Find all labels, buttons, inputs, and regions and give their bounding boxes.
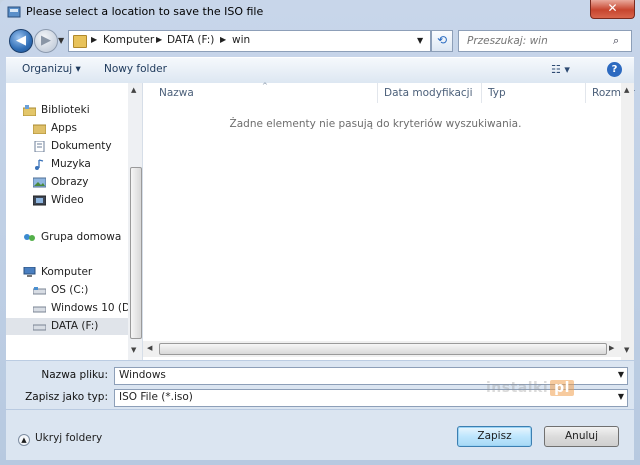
search-icon[interactable]: ⌕ [613, 34, 619, 48]
empty-results-message: Żadne elementy nie pasują do kryteriów w… [229, 118, 522, 130]
video-icon [33, 195, 46, 206]
site-watermark: instalki pl [486, 380, 574, 396]
horizontal-scroll-thumb[interactable] [159, 343, 607, 355]
search-input[interactable] [465, 34, 609, 48]
sidebar-item-drive-f[interactable]: DATA (F:) [6, 318, 134, 335]
close-button[interactable]: ✕ [590, 0, 635, 19]
file-list-vertical-scrollbar[interactable]: ▲ ▼ [621, 83, 634, 360]
dialog-footer: ▲ Ukryj foldery Zapisz Anuluj [6, 410, 634, 460]
recent-pages-dropdown-icon[interactable]: ▼ [58, 36, 64, 45]
refresh-button[interactable]: ⟲ [431, 30, 453, 52]
chevron-right-icon[interactable]: ▶ [91, 35, 97, 44]
breadcrumb-folder[interactable]: win [232, 34, 250, 46]
app-icon [7, 6, 21, 18]
scroll-right-arrow-icon[interactable]: ▶ [609, 344, 614, 352]
pictures-icon [33, 177, 46, 188]
organize-button[interactable]: Organizuj ▾ [22, 63, 81, 75]
navigation-bar: ◀ ▶ ▼ ▶ Komputer ▶ DATA (F:) ▶ win ▼ ⟲ ⌕ [0, 26, 640, 56]
hide-folders-toggle[interactable]: ▲ Ukryj foldery [18, 432, 102, 446]
scroll-up-arrow-icon[interactable]: ▲ [624, 86, 629, 94]
library-apps-icon [33, 124, 46, 134]
column-header-type[interactable]: Typ [488, 87, 506, 99]
sidebar-item-homegroup[interactable]: Grupa domowa [23, 229, 133, 246]
file-list-pane: ^ Nazwa Data modyfikacji Typ Rozmiar Żad… [143, 82, 635, 360]
title-bar: Please select a location to save the ISO… [0, 0, 640, 24]
scroll-left-arrow-icon[interactable]: ◀ [147, 344, 152, 352]
sidebar-item-drive-c[interactable]: OS (C:) [33, 282, 133, 299]
chevron-down-icon[interactable]: ▼ [618, 370, 624, 379]
libraries-icon [23, 105, 36, 116]
sidebar-item-libraries[interactable]: Biblioteki [23, 102, 133, 119]
sidebar-item-video[interactable]: Wideo [33, 192, 133, 209]
scroll-thumb[interactable] [130, 167, 142, 339]
drive-icon [33, 306, 46, 313]
scroll-down-arrow-icon[interactable]: ▼ [624, 346, 629, 354]
chevron-up-icon: ▲ [18, 434, 30, 446]
computer-icon [23, 267, 36, 277]
breadcrumb-drive[interactable]: DATA (F:) [167, 34, 214, 46]
forward-button[interactable]: ▶ [34, 29, 58, 53]
column-header-name[interactable]: Nazwa [159, 87, 194, 99]
back-button[interactable]: ◀ [9, 29, 33, 53]
chevron-right-icon[interactable]: ▶ [156, 35, 162, 44]
address-bar[interactable]: ▶ Komputer ▶ DATA (F:) ▶ win ▼ [68, 30, 431, 52]
sidebar-item-drive-d[interactable]: Windows 10 (D:) [33, 300, 138, 317]
save-dialog-window: Please select a location to save the ISO… [0, 0, 640, 465]
chevron-down-icon[interactable]: ▼ [618, 392, 624, 401]
window-title: Please select a location to save the ISO… [26, 5, 264, 18]
chevron-right-icon[interactable]: ▶ [220, 35, 226, 44]
homegroup-icon [24, 234, 35, 241]
save-button[interactable]: Zapisz [457, 426, 532, 447]
sidebar-item-music[interactable]: Muzyka [33, 156, 133, 173]
scroll-up-arrow-icon[interactable]: ▲ [131, 86, 136, 94]
sidebar-item-documents[interactable]: Dokumenty [33, 138, 133, 155]
hide-folders-label: Ukryj foldery [35, 432, 103, 444]
breadcrumb-computer[interactable]: Komputer [103, 34, 154, 46]
navigation-scrollbar[interactable]: ▲ ▼ [128, 83, 142, 360]
drive-icon [33, 287, 46, 295]
music-icon [35, 159, 44, 170]
view-options-icon[interactable]: ☷ ▾ [551, 63, 570, 76]
folder-icon [73, 35, 87, 48]
column-divider[interactable] [585, 83, 586, 103]
help-button[interactable]: ? [607, 62, 622, 77]
address-dropdown-icon[interactable]: ▼ [417, 36, 423, 45]
column-divider[interactable] [377, 83, 378, 103]
drive-icon [33, 324, 46, 331]
sidebar-item-apps[interactable]: Apps [33, 120, 133, 137]
scroll-down-arrow-icon[interactable]: ▼ [131, 346, 136, 354]
column-header-date[interactable]: Data modyfikacji [384, 87, 473, 99]
new-folder-button[interactable]: Nowy folder [104, 63, 167, 75]
cancel-button[interactable]: Anuluj [544, 426, 619, 447]
search-box[interactable]: ⌕ [458, 30, 632, 52]
documents-icon [34, 141, 45, 152]
filetype-label: Zapisz jako typ: [25, 391, 108, 403]
sort-caret-icon: ^ [262, 82, 268, 90]
filename-label: Nazwa pliku: [41, 369, 108, 381]
navigation-pane: Biblioteki Apps Dokumenty Muzyka Obrazy … [6, 83, 143, 360]
command-toolbar: Organizuj ▾ Nowy folder ☷ ▾ ? [6, 57, 634, 84]
sidebar-item-pictures[interactable]: Obrazy [33, 174, 133, 191]
column-divider[interactable] [481, 83, 482, 103]
sidebar-item-computer[interactable]: Komputer [23, 264, 133, 281]
horizontal-scrollbar[interactable]: ◀ ▶ [143, 341, 621, 357]
